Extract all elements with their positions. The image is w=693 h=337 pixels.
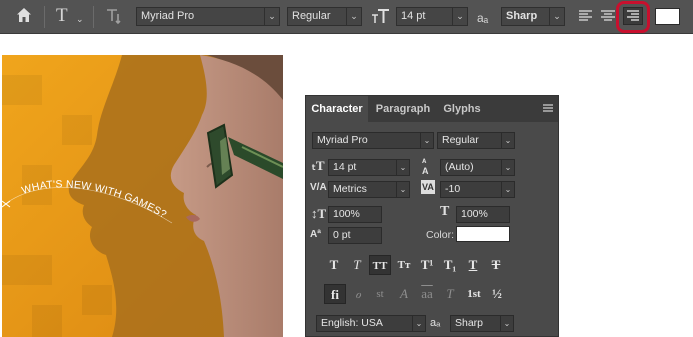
chevron-down-icon[interactable]: ⌄ — [76, 9, 84, 29]
kerning-icon: V/A — [310, 182, 327, 193]
horizontal-scale-field[interactable]: 100% — [456, 206, 510, 223]
align-left-icon[interactable] — [576, 7, 596, 25]
chevron-down-icon: ⌄ — [412, 316, 425, 331]
document-canvas[interactable]: WHAT'S NEW WITH GAMES? — [2, 55, 283, 337]
small-caps-button[interactable]: Tт — [394, 255, 414, 275]
anti-alias-value: Sharp — [506, 10, 538, 22]
font-style-dropdown[interactable]: Regular ⌄ — [437, 132, 515, 149]
stylistic-alternates-button[interactable]: aa — [417, 284, 437, 304]
tracking-value: -10 — [445, 183, 461, 195]
character-panel: Character Paragraph Glyphs Myriad Pro ⌄ … — [305, 95, 559, 337]
language-dropdown[interactable]: English: USA ⌄ — [316, 315, 426, 332]
chevron-down-icon: ⌄ — [501, 133, 514, 148]
kerning-dropdown[interactable]: Metrics ⌄ — [328, 181, 410, 198]
chevron-down-icon: ⌄ — [501, 160, 514, 175]
chevron-down-icon: ⌄ — [396, 182, 409, 197]
chevron-down-icon: ⌄ — [501, 182, 514, 197]
tracking-dropdown[interactable]: -10 ⌄ — [440, 181, 515, 198]
discretionary-ligatures-button[interactable]: st — [370, 284, 390, 304]
type-tool-icon[interactable]: T — [56, 6, 68, 26]
font-family-value: Myriad Pro — [317, 134, 368, 146]
separator — [93, 6, 94, 28]
chevron-down-icon: ⌄ — [452, 8, 467, 25]
horizontal-scale-value: 100% — [461, 208, 488, 220]
font-size-dropdown[interactable]: 14 pt ⌄ — [328, 159, 410, 176]
underline-button[interactable]: T — [463, 255, 483, 275]
font-size-icon: ₜT — [312, 158, 325, 173]
anti-alias-dropdown[interactable]: Sharp ⌄ — [501, 7, 565, 26]
kerning-value: Metrics — [333, 183, 367, 195]
tab-glyphs[interactable]: Glyphs — [438, 96, 486, 122]
chevron-down-icon: ⌄ — [500, 316, 513, 331]
text-orientation-icon[interactable] — [104, 7, 122, 31]
chevron-down-icon: ⌄ — [396, 160, 409, 175]
vertical-scale-value: 100% — [333, 208, 360, 220]
tab-character[interactable]: Character — [306, 96, 368, 122]
vertical-scale-icon: ↕T — [311, 206, 327, 221]
panel-menu-icon[interactable] — [542, 103, 554, 113]
tracking-icon: VA — [421, 180, 435, 194]
baseline-shift-field[interactable]: 0 pt — [328, 227, 382, 244]
options-bar: T ⌄ Myriad Pro ⌄ Regular ⌄ 14 pt ⌄ aₐ Sh… — [0, 0, 693, 34]
baseline-shift-value: 0 pt — [333, 229, 351, 241]
panel-tabs: Character Paragraph Glyphs — [306, 96, 558, 122]
all-caps-button[interactable]: TT — [369, 255, 391, 275]
language-value: English: USA — [321, 317, 383, 329]
vertical-scale-field[interactable]: 100% — [328, 206, 382, 223]
text-color-swatch[interactable] — [655, 8, 680, 25]
fractions-button[interactable]: ½ — [487, 284, 507, 304]
leading-icon: ᴬA — [422, 157, 429, 176]
baseline-shift-icon: Aª — [310, 229, 321, 240]
highlight-ring — [616, 1, 650, 33]
anti-alias-icon: aₐ — [430, 317, 441, 329]
tab-paragraph[interactable]: Paragraph — [370, 96, 436, 122]
font-style-value: Regular — [442, 134, 479, 146]
subscript-button[interactable]: T₁ — [440, 255, 460, 275]
font-family-dropdown[interactable]: Myriad Pro ⌄ — [136, 7, 280, 26]
old-style-button[interactable]: ℴ — [348, 284, 368, 304]
superscript-button[interactable]: T¹ — [417, 255, 437, 275]
strikethrough-button[interactable]: T — [486, 255, 506, 275]
faux-italic-button[interactable]: T — [347, 255, 367, 275]
font-size-icon — [371, 6, 391, 31]
faux-bold-button[interactable]: T — [324, 255, 344, 275]
font-family-dropdown[interactable]: Myriad Pro ⌄ — [312, 132, 434, 149]
leading-value: (Auto) — [445, 161, 474, 173]
anti-alias-value: Sharp — [455, 317, 484, 329]
horizontal-scale-icon: T — [440, 204, 450, 219]
ligatures-button[interactable]: fi — [324, 284, 346, 304]
font-size-value: 14 pt — [333, 161, 357, 173]
font-family-value: Myriad Pro — [141, 10, 195, 22]
color-label: Color: — [426, 229, 455, 241]
titling-alternates-button[interactable]: T — [440, 284, 460, 304]
font-size-value: 14 pt — [401, 10, 426, 22]
font-style-value: Regular — [292, 10, 331, 22]
font-style-dropdown[interactable]: Regular ⌄ — [287, 7, 362, 26]
swash-button[interactable]: A — [394, 284, 414, 304]
color-swatch[interactable] — [456, 226, 510, 242]
align-center-icon[interactable] — [598, 7, 618, 25]
chevron-down-icon: ⌄ — [549, 8, 564, 25]
chevron-down-icon: ⌄ — [420, 133, 433, 148]
chevron-down-icon: ⌄ — [264, 8, 279, 25]
chevron-down-icon: ⌄ — [346, 8, 361, 25]
ordinals-button[interactable]: 1st — [462, 284, 486, 304]
leading-dropdown[interactable]: (Auto) ⌄ — [440, 159, 515, 176]
font-size-dropdown[interactable]: 14 pt ⌄ — [396, 7, 468, 26]
separator — [44, 6, 45, 28]
anti-alias-icon: aₐ — [477, 11, 489, 25]
anti-alias-dropdown[interactable]: Sharp ⌄ — [450, 315, 514, 332]
home-icon[interactable] — [15, 6, 33, 29]
